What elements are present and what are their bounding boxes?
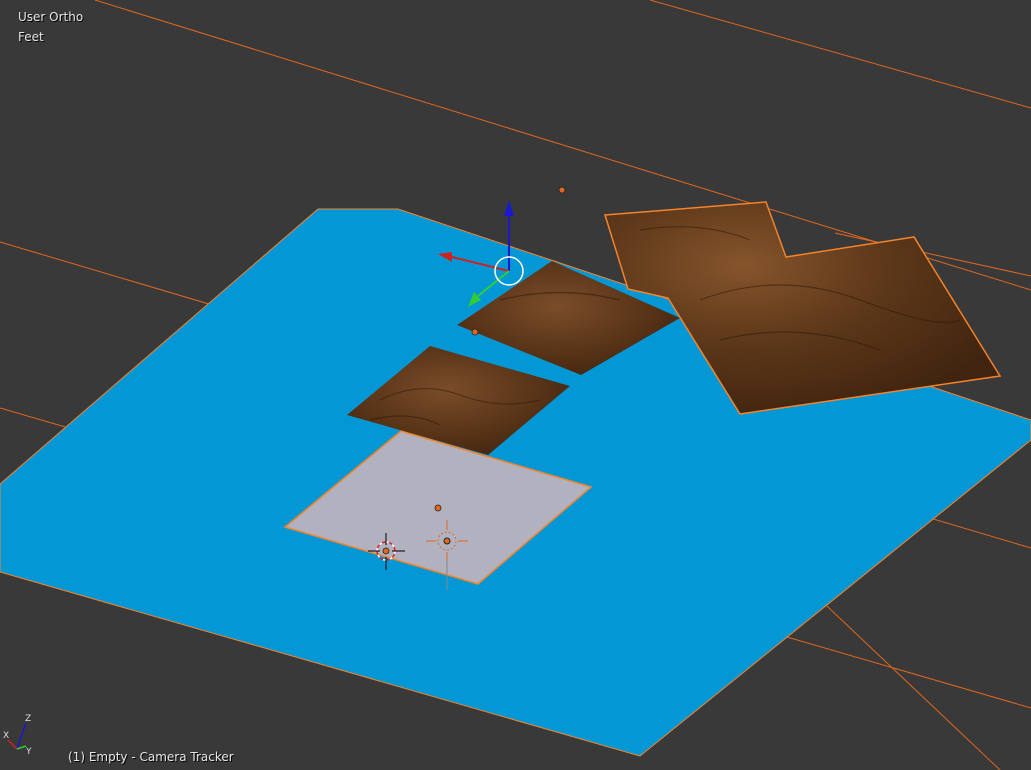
- axis-label-z: Z: [25, 714, 31, 724]
- axis-label-y: Y: [25, 747, 32, 757]
- active-object-info: (1) Empty - Camera Tracker: [68, 750, 234, 764]
- 3d-viewport[interactable]: Z X Y User Ortho Feet (1) Empty - Camera…: [0, 0, 1031, 770]
- units-label: Feet: [18, 30, 44, 44]
- axis-orientation-icon: Z X Y: [3, 714, 32, 757]
- axis-label-x: X: [3, 731, 9, 741]
- view-name-label: User Ortho: [18, 10, 84, 24]
- scene-canvas[interactable]: Z X Y: [0, 0, 1031, 770]
